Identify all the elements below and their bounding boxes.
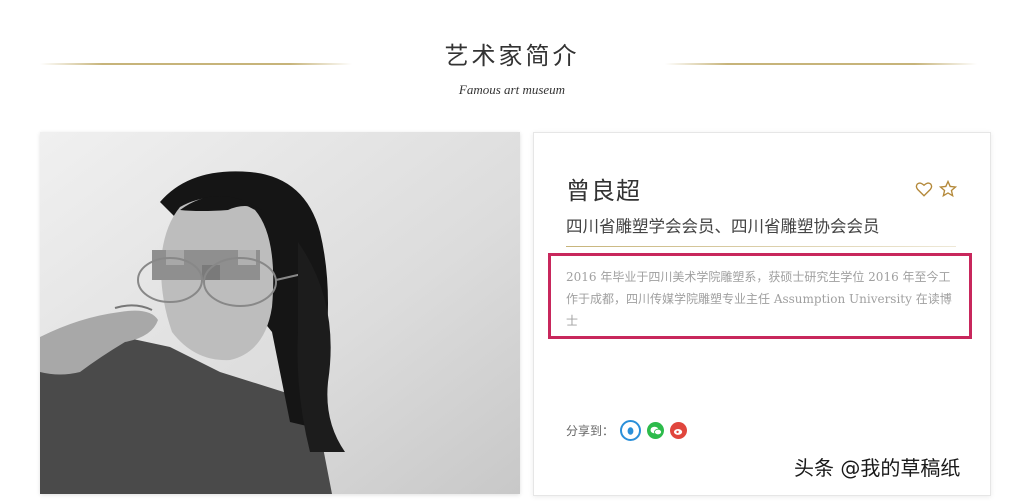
watermark: 头条 @我的草稿纸 (794, 456, 961, 480)
section-header: 艺术家简介 Famous art museum (0, 0, 1024, 110)
star-icon[interactable] (938, 179, 958, 199)
artist-name: 曾良超 (566, 177, 641, 205)
decorative-line-right (665, 63, 977, 65)
section-title: 艺术家简介 (444, 42, 580, 70)
artist-membership: 四川省雕塑学会会员、四川省雕塑协会会员 (566, 217, 880, 236)
share-bar: 分享到： (566, 420, 688, 441)
weibo-icon[interactable] (670, 422, 688, 439)
artist-bio: 2016 年毕业于四川美术学院雕塑系，获硕士研究生学位 2016 年至今工作于成… (566, 270, 952, 328)
action-icons (914, 179, 958, 199)
share-label: 分享到： (566, 424, 615, 438)
qq-icon[interactable] (620, 420, 642, 441)
heart-icon[interactable] (914, 179, 934, 199)
divider (566, 246, 956, 247)
artist-info-card: 曾良超 四川省雕塑学会会员、四川省雕塑协会会员 2016 年毕业于四川美术学院雕… (533, 132, 991, 496)
section-subtitle: Famous art museum (458, 82, 566, 97)
artist-photo (40, 132, 520, 494)
wechat-icon[interactable] (647, 422, 665, 439)
